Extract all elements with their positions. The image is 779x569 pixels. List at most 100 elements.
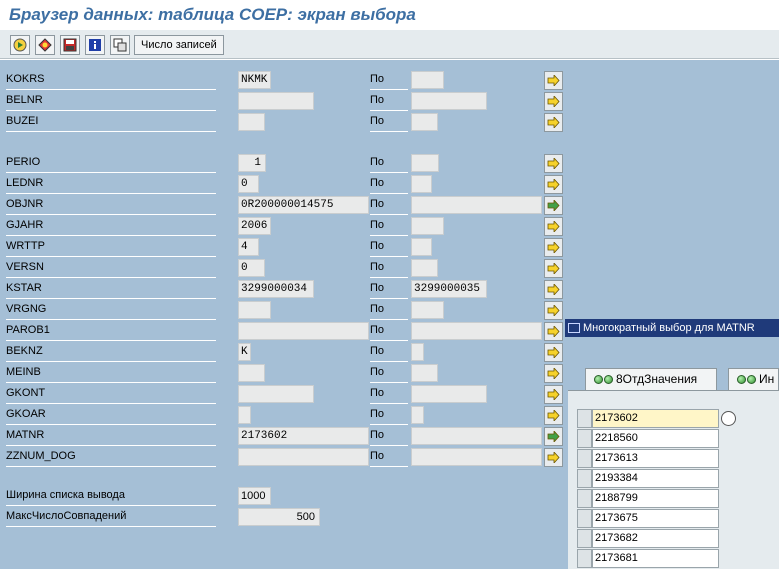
multiple-selection-button[interactable] (544, 154, 563, 173)
row-selector[interactable] (577, 489, 592, 508)
multiple-selection-button[interactable] (544, 238, 563, 257)
row-selector[interactable] (577, 529, 592, 548)
to-input[interactable] (411, 406, 424, 424)
from-input[interactable] (238, 113, 265, 131)
setting-label: МаксЧислоСовпадений (6, 507, 216, 527)
value-cell[interactable]: 2218560 (592, 429, 719, 448)
value-cell[interactable]: 2188799 (592, 489, 719, 508)
row-selector[interactable] (577, 429, 592, 448)
multiple-selection-button[interactable] (544, 217, 563, 236)
arrow-right-icon (547, 158, 560, 169)
from-input[interactable] (238, 322, 369, 340)
from-input[interactable] (238, 364, 265, 382)
multiple-selection-button[interactable] (544, 448, 563, 467)
to-label: По (370, 405, 408, 425)
multiple-selection-button[interactable] (544, 259, 563, 278)
arrow-right-icon (547, 452, 560, 463)
to-input[interactable] (411, 364, 438, 382)
to-label: По (370, 258, 408, 278)
from-input[interactable]: 2173602 (238, 427, 369, 445)
to-input[interactable] (411, 238, 432, 256)
value-cell[interactable]: 2173613 (592, 449, 719, 468)
save-button[interactable] (60, 35, 80, 55)
title-bar: Браузер данных: таблица COEP: экран выбо… (0, 0, 779, 30)
to-input[interactable] (411, 322, 542, 340)
to-input[interactable] (411, 427, 542, 445)
setting-input[interactable]: 500 (238, 508, 320, 526)
tab-select-ranges[interactable]: Ин (728, 368, 779, 390)
execute-button[interactable] (10, 35, 30, 55)
row-selector[interactable] (577, 469, 592, 488)
multiple-selection-button[interactable] (544, 364, 563, 383)
arrow-right-icon (547, 263, 560, 274)
copy-button[interactable] (110, 35, 130, 55)
to-label: По (370, 91, 408, 111)
multiple-selection-button[interactable] (544, 301, 563, 320)
row-selector[interactable] (577, 449, 592, 468)
value-cell[interactable]: 2173681 (592, 549, 719, 568)
multiple-selection-button[interactable] (544, 406, 563, 425)
variants-button[interactable] (35, 35, 55, 55)
multiple-selection-button[interactable] (544, 71, 563, 90)
from-input[interactable]: 0 (238, 175, 259, 193)
to-input[interactable] (411, 343, 424, 361)
multiple-selection-button[interactable] (544, 385, 563, 404)
info-button[interactable] (85, 35, 105, 55)
setting-input[interactable]: 1000 (238, 487, 271, 505)
to-input[interactable] (411, 259, 438, 277)
field-label: BEKNZ (6, 342, 216, 362)
row-selector[interactable] (577, 509, 592, 528)
popup-title-text: Многократный выбор для MATNR (583, 322, 755, 334)
to-input[interactable] (411, 92, 487, 110)
multiple-selection-button[interactable] (544, 175, 563, 194)
row-selector[interactable] (577, 409, 592, 428)
arrow-right-icon (547, 242, 560, 253)
value-cell[interactable]: 2173682 (592, 529, 719, 548)
multiple-selection-button[interactable] (544, 113, 563, 132)
value-cell[interactable]: 2193384 (592, 469, 719, 488)
from-input[interactable] (238, 301, 271, 319)
from-input[interactable] (238, 92, 314, 110)
to-input[interactable] (411, 217, 444, 235)
to-input[interactable] (411, 448, 542, 466)
value-help-icon[interactable] (721, 411, 736, 426)
to-input[interactable] (411, 113, 438, 131)
multiple-selection-button[interactable] (544, 196, 563, 215)
from-input[interactable]: 0 (238, 259, 265, 277)
multiple-selection-title: Многократный выбор для MATNR (565, 319, 779, 337)
tab-label: 8ОтдЗначения (616, 372, 698, 386)
from-input[interactable] (238, 406, 251, 424)
from-input[interactable]: 2006 (238, 217, 271, 235)
from-input[interactable]: K (238, 343, 251, 361)
from-input[interactable] (238, 448, 369, 466)
from-input[interactable] (238, 385, 314, 403)
record-count-button[interactable]: Число записей (134, 35, 224, 55)
to-input[interactable] (411, 196, 542, 214)
arrow-right-icon (547, 221, 560, 232)
row-selector[interactable] (577, 549, 592, 568)
from-input[interactable]: 1 (238, 154, 266, 172)
multiple-selection-button[interactable] (544, 427, 563, 446)
from-input[interactable]: 3299000034 (238, 280, 314, 298)
value-cell[interactable]: 2173675 (592, 509, 719, 528)
save-icon (63, 38, 77, 52)
from-input[interactable]: 4 (238, 238, 259, 256)
multiple-selection-button[interactable] (544, 280, 563, 299)
tab-select-single-values[interactable]: 8ОтдЗначения (585, 368, 717, 390)
multiple-selection-button[interactable] (544, 322, 563, 341)
to-input[interactable] (411, 385, 487, 403)
execute-icon (13, 38, 27, 52)
to-input[interactable] (411, 71, 444, 89)
info-icon (89, 39, 101, 51)
field-label: ZZNUM_DOG (6, 447, 216, 467)
from-input[interactable]: 0R200000014575 (238, 196, 369, 214)
to-input[interactable] (411, 154, 439, 172)
to-input[interactable] (411, 175, 432, 193)
to-input[interactable] (411, 301, 444, 319)
from-input[interactable]: NKMK (238, 71, 271, 89)
to-input[interactable]: 3299000035 (411, 280, 487, 298)
multiple-selection-button[interactable] (544, 92, 563, 111)
multiple-selection-button[interactable] (544, 343, 563, 362)
to-label: По (370, 426, 408, 446)
value-cell[interactable]: 2173602 (592, 409, 719, 428)
